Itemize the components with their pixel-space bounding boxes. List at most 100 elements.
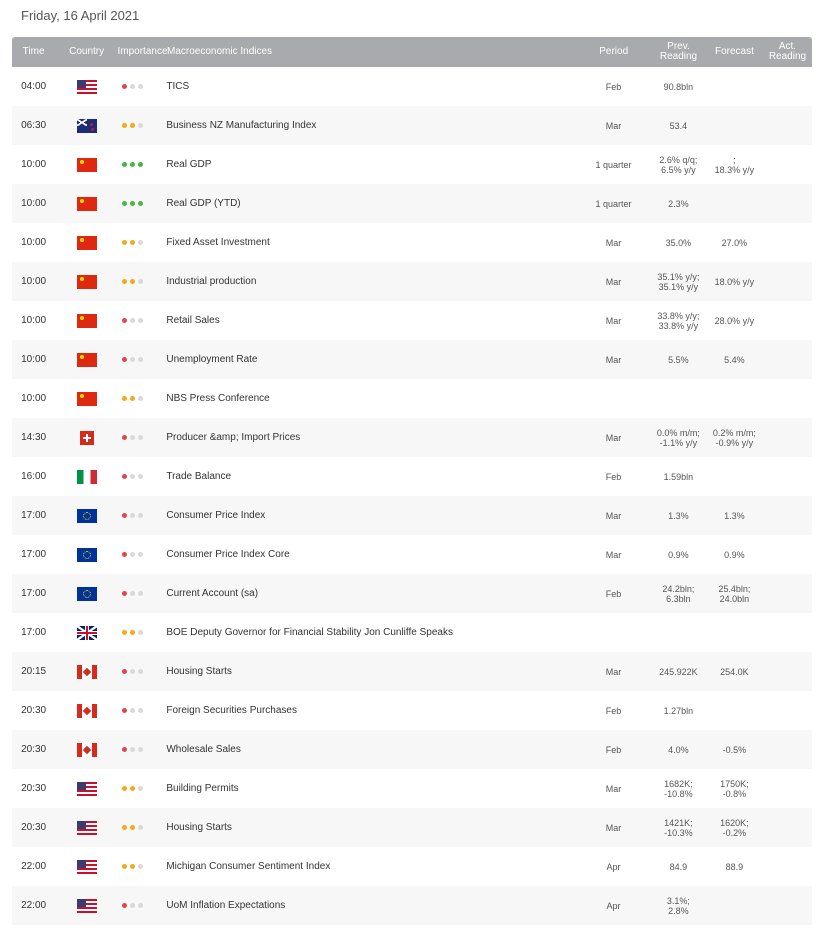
table-row[interactable]: 17:00 Current Account (sa) Feb 24.2bln; 6.3b… (12, 574, 812, 613)
table-row[interactable]: 10:00 Unemployment Rate Mar 5.5% 5.4% (12, 340, 812, 379)
header-importance[interactable]: Importance (118, 47, 168, 57)
event-prev-reading: 0.9% (651, 550, 706, 560)
event-prev-reading: 4.0% (651, 745, 706, 755)
table-row[interactable]: 17:00 Consumer Price Index Mar 1.3% 1.3% (12, 496, 812, 535)
event-country (55, 547, 118, 562)
importance-dot (138, 396, 144, 401)
table-row[interactable]: 20:30 Foreign Securities Purchases Feb 1.27… (12, 691, 812, 730)
prev-reading-line: 53.4 (669, 120, 688, 131)
event-time: 17:00 (21, 510, 47, 521)
event-country (55, 313, 118, 328)
event-name[interactable]: Real GDP (166, 159, 576, 170)
event-name[interactable]: Producer &amp; Import Prices (166, 432, 576, 443)
table-row[interactable]: 04:00 TICS Feb 90.8bln (12, 67, 812, 106)
event-country (55, 508, 118, 523)
importance-dot (130, 825, 136, 830)
page-title: Friday, 16 April 2021 (21, 8, 140, 23)
table-row[interactable]: 17:00 Consumer Price Index Core Mar 0.9% 0.9… (12, 535, 812, 574)
forecast-line: -0.9% y/y (715, 437, 754, 448)
event-time: 10:00 (21, 159, 47, 170)
event-name[interactable]: Michigan Consumer Sentiment Index (166, 861, 576, 872)
importance-indicator (118, 123, 166, 128)
importance-dot (138, 747, 144, 752)
importance-indicator (118, 864, 166, 869)
event-time: 20:30 (21, 783, 47, 794)
event-name[interactable]: Wholesale Sales (166, 744, 576, 755)
importance-indicator (118, 474, 166, 479)
importance-dot (138, 435, 144, 440)
table-row[interactable]: 10:00 Real GDP (YTD) 1 quarter 2.3% (12, 184, 812, 223)
event-country (55, 625, 118, 640)
table-row[interactable]: 10:00 Real GDP 1 quarter 2.6% q/q; 6.5% y/y;… (12, 145, 812, 184)
table-row[interactable]: 10:00 Industrial production Mar 35.1% y/y; 3… (12, 262, 812, 301)
table-row[interactable]: 16:00 Trade Balance Feb 1.59bln (12, 457, 812, 496)
event-period: Feb (605, 744, 622, 755)
table-row[interactable]: 14:30 Producer &amp; Import Prices Mar 0.0%… (12, 418, 812, 457)
importance-dot (122, 747, 128, 752)
event-name[interactable]: Housing Starts (166, 666, 576, 677)
prev-reading-line: 245.922K (659, 666, 698, 677)
header-time[interactable]: Time (12, 47, 55, 57)
table-row[interactable]: 10:00 Retail Sales Mar 33.8% y/y; 33.8% y/y 2… (12, 301, 812, 340)
table-row[interactable]: 20:30 Building Permits Mar 1682K; -10.8% 1750… (12, 769, 812, 808)
table-row[interactable]: 17:00 BOE Deputy Governor for Financial S… (12, 613, 812, 652)
event-name[interactable]: Industrial production (166, 276, 576, 287)
ca-flag-icon (76, 742, 97, 757)
event-prev-reading: 35.1% y/y; 35.1% y/y (651, 272, 706, 292)
event-prev-reading: 2.6% q/q; 6.5% y/y (651, 155, 706, 175)
event-prev-reading: 35.0% (651, 238, 706, 248)
event-name[interactable]: Trade Balance (166, 471, 576, 482)
event-name[interactable]: NBS Press Conference (166, 393, 576, 404)
event-name[interactable]: Unemployment Rate (166, 354, 576, 365)
header-prev-reading[interactable]: Prev. Reading (651, 42, 706, 62)
event-name[interactable]: Retail Sales (166, 315, 576, 326)
event-name[interactable]: Housing Starts (166, 822, 576, 833)
header-country[interactable]: Country (55, 47, 118, 57)
header-forecast[interactable]: Forecast (706, 47, 763, 57)
event-name[interactable]: Consumer Price Index (166, 510, 576, 521)
event-name[interactable]: Building Permits (166, 783, 576, 794)
table-row[interactable]: 20:30 Housing Starts Mar 1421K; -10.3% 1620K;… (12, 808, 812, 847)
event-period: 1 quarter (595, 198, 632, 209)
header-prev-line2: Reading (659, 51, 698, 62)
forecast-line: 1.3% (724, 510, 745, 521)
header-indices[interactable]: Macroeconomic Indices (167, 47, 576, 57)
header-period[interactable]: Period (576, 47, 651, 57)
event-name[interactable]: Real GDP (YTD) (166, 198, 576, 209)
gb-flag-icon (76, 625, 97, 640)
table-row[interactable]: 20:30 Wholesale Sales Feb 4.0% -0.5% (12, 730, 812, 769)
importance-dot (130, 474, 136, 479)
table-row[interactable]: 10:00 Fixed Asset Investment Mar 35.0% 27.0% (12, 223, 812, 262)
event-name[interactable]: BOE Deputy Governor for Financial Stabil… (166, 627, 576, 638)
event-name[interactable]: Business NZ Manufacturing Index (166, 120, 576, 131)
event-name[interactable]: Current Account (sa) (166, 588, 576, 599)
table-row[interactable]: 20:15 Housing Starts Mar 245.922K 254.0K (12, 652, 812, 691)
importance-indicator (118, 357, 166, 362)
importance-dot (122, 786, 128, 791)
prev-reading-line: 1.59bln (663, 471, 694, 482)
event-name[interactable]: TICS (166, 81, 576, 92)
importance-dot (130, 552, 136, 557)
table-row[interactable]: 22:00 Michigan Consumer Sentiment Index Ap… (12, 847, 812, 886)
importance-dot (122, 669, 128, 674)
importance-dot (138, 240, 144, 245)
event-name[interactable]: Consumer Price Index Core (166, 549, 576, 560)
event-time: 10:00 (21, 315, 47, 326)
event-prev-reading: 1421K; -10.3% (651, 818, 706, 838)
event-time: 17:00 (21, 588, 47, 599)
header-actual-reading[interactable]: Act. Reading (763, 42, 812, 62)
table-row[interactable]: 06:30 Business NZ Manufacturing Index Mar 5… (12, 106, 812, 145)
table-row[interactable]: 22:00 UoM Inflation Expectations Apr 3.1%; 2… (12, 886, 812, 925)
table-row[interactable]: 10:00 NBS Press Conference (12, 379, 812, 418)
importance-indicator (118, 747, 166, 752)
event-country (55, 820, 118, 835)
importance-dot (122, 864, 128, 869)
event-name[interactable]: UoM Inflation Expectations (166, 900, 576, 911)
event-country (55, 586, 118, 601)
event-country (55, 79, 118, 94)
cn-flag-icon (76, 235, 97, 250)
event-prev-reading: 245.922K (651, 667, 706, 677)
event-name[interactable]: Foreign Securities Purchases (166, 705, 576, 716)
event-time: 04:00 (21, 81, 47, 92)
event-name[interactable]: Fixed Asset Investment (166, 237, 576, 248)
